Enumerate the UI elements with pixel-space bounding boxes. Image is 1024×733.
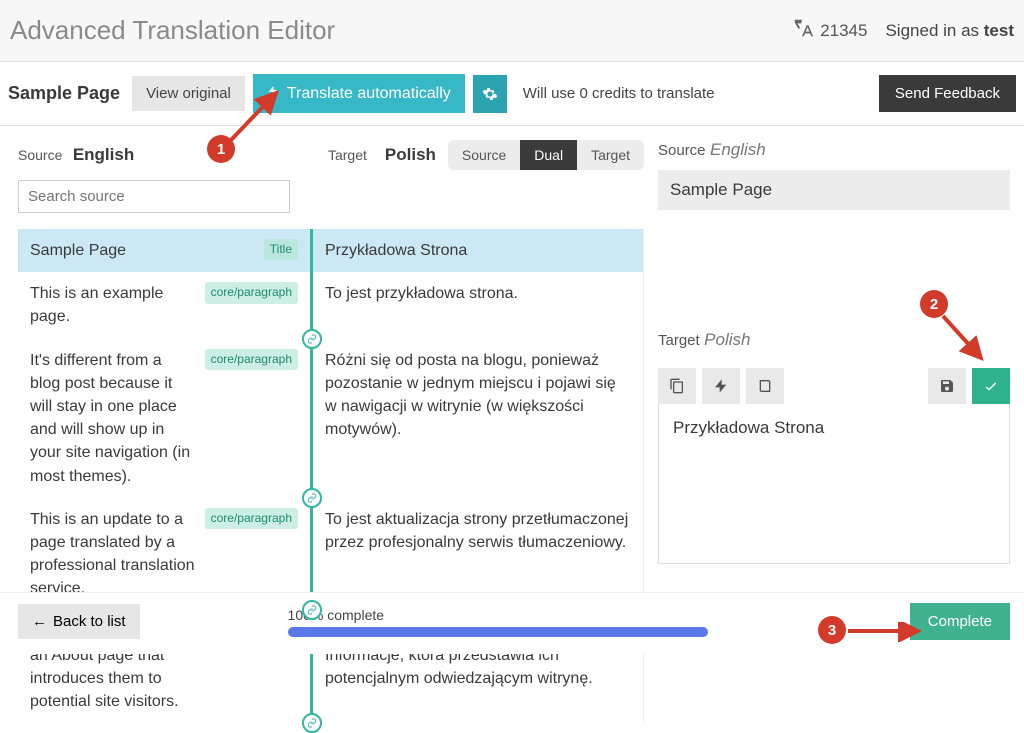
segment-source: It's different from a blog post because …	[30, 349, 195, 488]
segments-pane: Source English Target Polish Source Dual…	[0, 126, 644, 626]
panel-source-text: Sample Page	[658, 170, 1010, 210]
signed-in-label: Signed in as test	[885, 21, 1014, 41]
credits-badge: 21345	[792, 17, 867, 44]
progress-text: 100% complete	[288, 607, 708, 623]
toolbar: Sample Page View original Translate auto…	[0, 62, 1024, 126]
arrow-left-icon: ←	[32, 613, 47, 630]
segment-row[interactable]: It's different from a blog post because …	[18, 339, 643, 498]
switch-source[interactable]: Source	[448, 140, 520, 170]
machine-translate-button[interactable]	[702, 368, 740, 404]
annotation-1: 1	[207, 135, 235, 163]
glossary-button[interactable]	[746, 368, 784, 404]
editor-pane: Source English Sample Page Target Polish	[644, 126, 1024, 626]
panel-target-label: Target	[658, 332, 700, 349]
back-button[interactable]: ← Back to list	[18, 604, 140, 639]
segment-row[interactable]: Sample Page Title Przykładowa Strona	[18, 229, 643, 272]
segment-target: To jest przykładowa strona.	[313, 272, 643, 338]
segment-source: This is an example page.	[30, 282, 195, 328]
segment-badge: core/paragraph	[205, 508, 298, 529]
send-feedback-button[interactable]: Send Feedback	[879, 75, 1016, 112]
panel-source-lang: English	[710, 140, 766, 159]
annotation-3: 3	[818, 616, 846, 644]
translate-settings-button[interactable]	[473, 75, 507, 113]
link-icon[interactable]	[302, 488, 322, 508]
target-editor[interactable]: Przykładowa Strona	[658, 404, 1010, 564]
source-lang: English	[73, 145, 134, 164]
page-title: Sample Page	[8, 83, 120, 104]
save-button[interactable]	[928, 368, 966, 404]
panel-target-lang: Polish	[704, 330, 750, 349]
top-header: Advanced Translation Editor 21345 Signed…	[0, 0, 1024, 62]
switch-dual[interactable]: Dual	[520, 140, 577, 170]
search-input[interactable]	[18, 180, 290, 213]
progress: 100% complete	[288, 607, 708, 637]
credits-count: 21345	[820, 21, 867, 41]
switch-target[interactable]: Target	[577, 140, 644, 170]
target-label: Target	[328, 147, 367, 163]
source-label: Source	[18, 147, 62, 163]
credits-note: Will use 0 credits to translate	[523, 85, 715, 102]
segment-target: Różni się od posta na blogu, ponieważ po…	[313, 339, 643, 498]
annotation-2: 2	[920, 290, 948, 318]
translate-auto-label: Translate automatically	[287, 85, 451, 103]
segment-target: Przykładowa Strona	[313, 229, 643, 272]
segment-source: Sample Page	[30, 239, 254, 262]
link-icon[interactable]	[302, 713, 322, 733]
back-label: Back to list	[53, 613, 126, 630]
segment-badge: core/paragraph	[205, 282, 298, 303]
segment-source: This is an update to a page translated b…	[30, 508, 195, 601]
segment-badge: Title	[264, 239, 298, 260]
app-title: Advanced Translation Editor	[10, 15, 335, 46]
progress-fill	[288, 627, 708, 637]
translate-icon	[792, 17, 814, 44]
copy-source-button[interactable]	[658, 368, 696, 404]
panel-source-label: Source	[658, 142, 706, 159]
segment-badge: core/paragraph	[205, 349, 298, 370]
target-lang: Polish	[385, 145, 436, 165]
segment-row[interactable]: This is an example page. core/paragraph …	[18, 272, 643, 338]
view-switch: Source Dual Target	[448, 140, 644, 170]
accept-button[interactable]	[972, 368, 1010, 404]
link-icon[interactable]	[302, 329, 322, 349]
